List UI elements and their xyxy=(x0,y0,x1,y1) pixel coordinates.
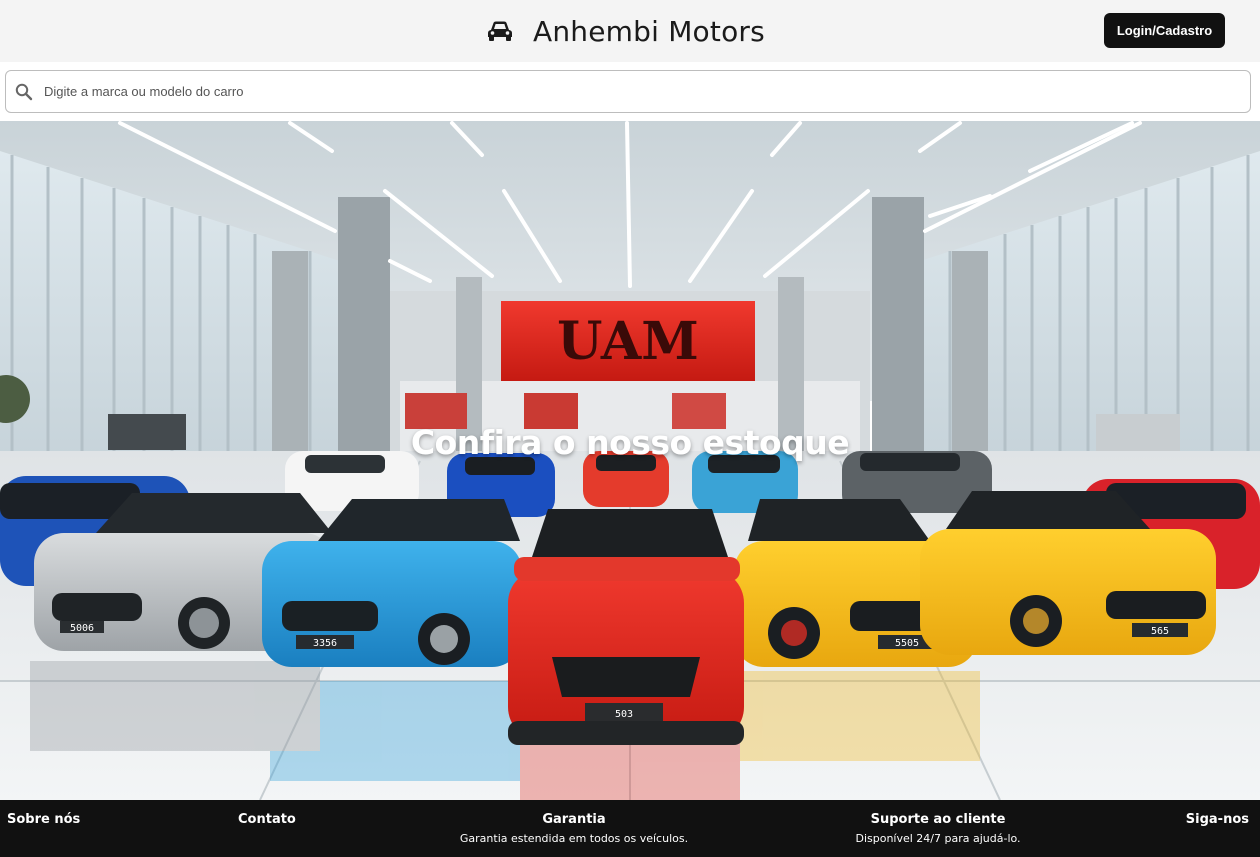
hero-heading: Confira o nosso estoque xyxy=(410,423,850,462)
footer-warranty: Garantia Garantia estendida em todos os … xyxy=(434,812,714,845)
top-header: Anhembi Motors Login/Cadastro xyxy=(0,0,1260,62)
footer-social[interactable]: Siga-nos xyxy=(1186,812,1249,827)
footer-contact[interactable]: Contato xyxy=(238,812,296,827)
login-button[interactable]: Login/Cadastro xyxy=(1104,13,1225,48)
footer-support-heading: Suporte ao cliente xyxy=(870,812,1006,827)
footer-warranty-text: Garantia estendida em todos os veículos. xyxy=(459,832,689,845)
search-bar xyxy=(5,70,1251,113)
plate-red: 503 xyxy=(615,709,633,720)
footer-contact-heading[interactable]: Contato xyxy=(238,812,296,827)
car-icon xyxy=(488,21,512,41)
plate-yellow-2: 565 xyxy=(1151,626,1169,637)
footer-about-heading[interactable]: Sobre nós xyxy=(7,812,80,827)
footer-social-heading[interactable]: Siga-nos xyxy=(1186,812,1249,827)
site-footer: Sobre nós Contato Garantia Garantia este… xyxy=(0,800,1260,857)
footer-about[interactable]: Sobre nós xyxy=(7,812,80,827)
footer-warranty-heading: Garantia xyxy=(542,812,606,827)
footer-support: Suporte ao cliente Disponível 24/7 para … xyxy=(818,812,1058,845)
uam-sign-text: UAM xyxy=(557,311,699,372)
plate-blue: 3356 xyxy=(313,638,337,649)
footer-support-text: Disponível 24/7 para ajudá-lo. xyxy=(855,832,1021,845)
plate-silver: 5006 xyxy=(70,623,94,634)
plate-yellow-1: 5505 xyxy=(895,638,919,649)
hero-banner: UAM 5006 3356 503 5505 565 Confira o nos… xyxy=(0,121,1260,800)
search-input[interactable] xyxy=(44,71,1250,112)
site-title: Anhembi Motors xyxy=(533,14,765,48)
brand[interactable]: Anhembi Motors xyxy=(486,12,765,50)
search-icon xyxy=(15,83,33,100)
